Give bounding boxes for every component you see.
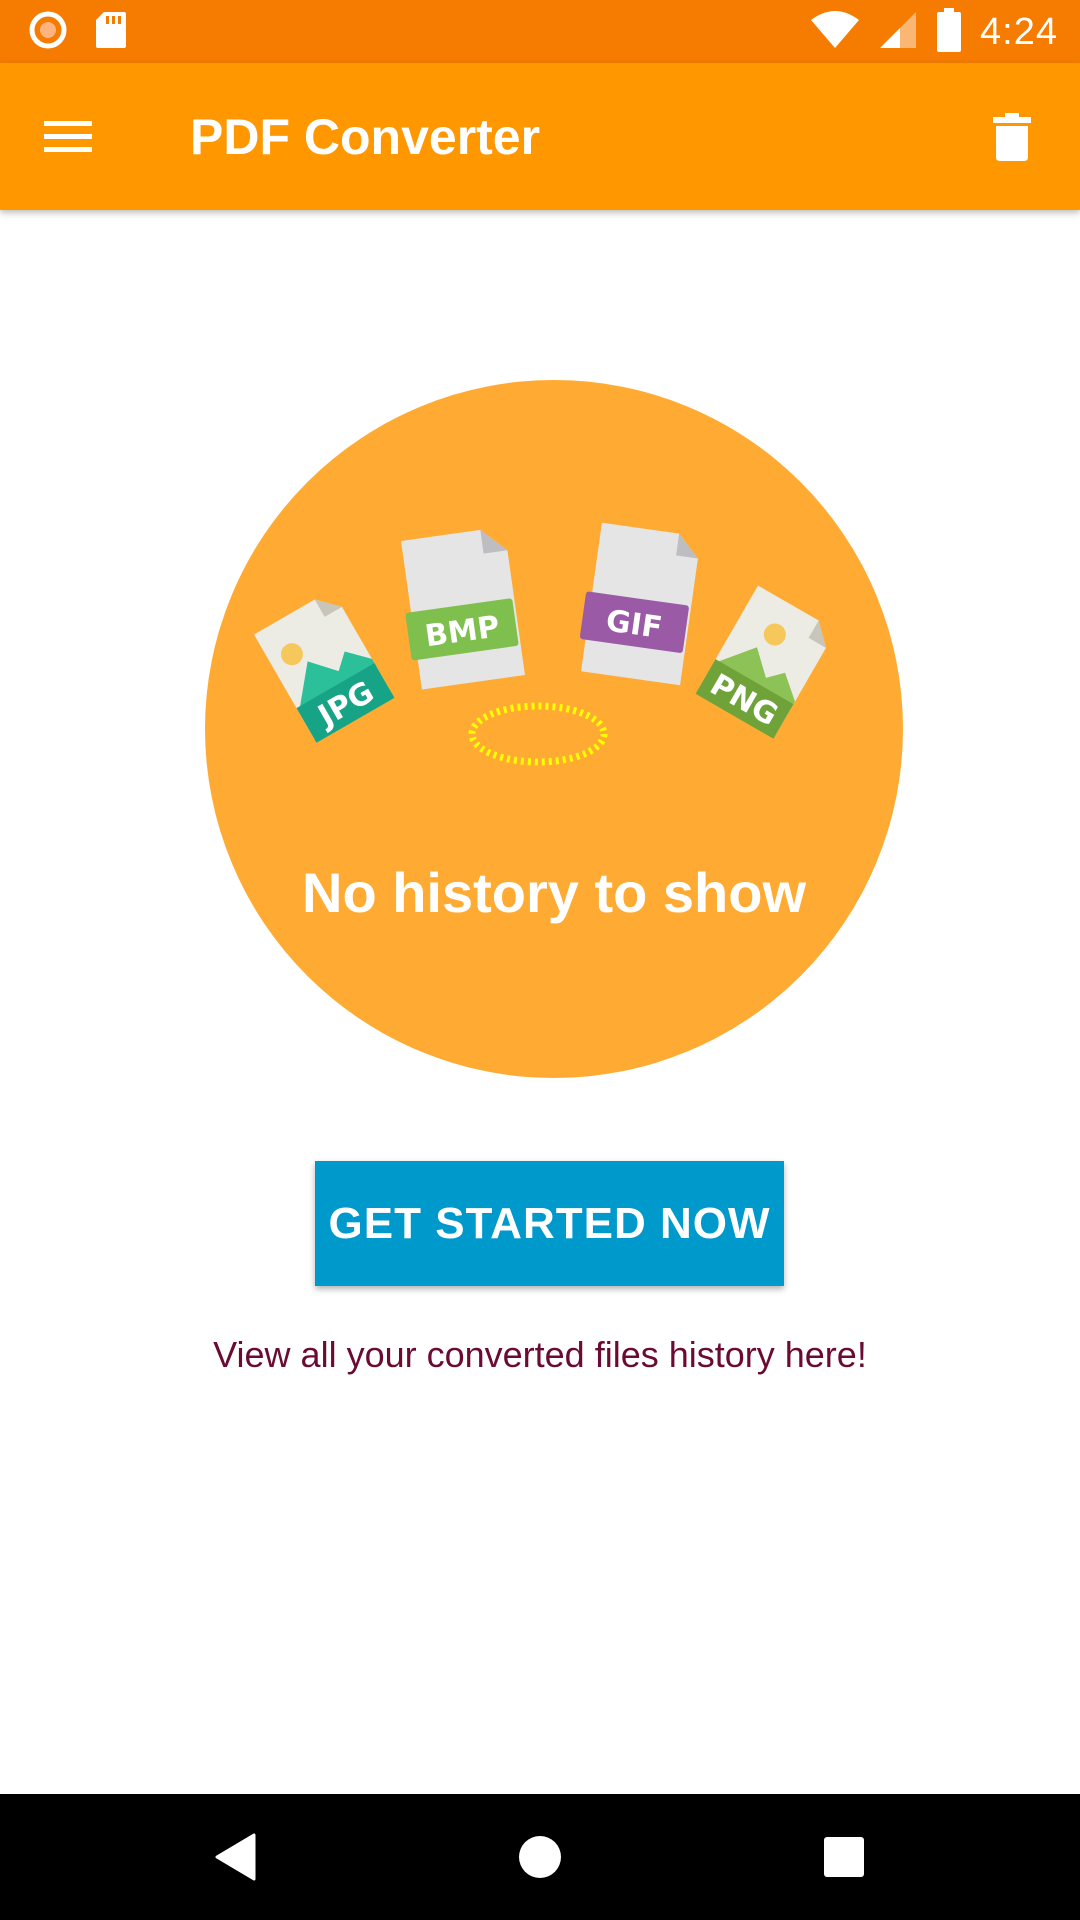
wifi-icon	[810, 10, 860, 55]
trash-icon	[993, 113, 1031, 161]
app-title: PDF Converter	[190, 109, 541, 165]
cell-signal-icon	[878, 10, 918, 55]
status-bar: 4:24	[0, 0, 1080, 63]
dotted-highlight	[468, 702, 608, 766]
menu-button[interactable]	[32, 101, 104, 173]
bmp-file-icon: BMP	[401, 529, 525, 690]
gif-file-icon: GIF	[579, 522, 698, 686]
get-started-button[interactable]: GET STARTED NOW	[315, 1161, 784, 1286]
record-icon	[28, 10, 68, 55]
sd-card-icon	[94, 10, 128, 55]
back-icon	[215, 1833, 256, 1881]
battery-icon	[936, 7, 962, 57]
jpg-file-icon: JPG	[254, 599, 395, 743]
delete-history-button[interactable]	[976, 101, 1048, 173]
nav-back-button[interactable]	[200, 1821, 272, 1893]
history-hint-text: View all your converted files history he…	[213, 1334, 867, 1375]
navigation-bar	[0, 1794, 1080, 1920]
empty-state-circle: JPG BMP GIF PNG No history to show	[205, 380, 903, 1078]
nav-recents-button[interactable]	[808, 1821, 880, 1893]
hamburger-menu-icon	[44, 121, 92, 152]
nav-home-button[interactable]	[504, 1821, 576, 1893]
recents-icon	[824, 1837, 864, 1877]
status-time: 4:24	[980, 10, 1058, 53]
home-icon	[519, 1836, 561, 1878]
png-file-icon: PNG	[695, 585, 826, 739]
status-right-icons: 4:24	[810, 6, 1058, 58]
file-types-illustration: JPG BMP GIF PNG	[254, 522, 826, 766]
empty-state-title: No history to show	[302, 861, 806, 924]
status-left-icons	[28, 10, 128, 54]
app-bar: PDF Converter	[0, 63, 1080, 210]
